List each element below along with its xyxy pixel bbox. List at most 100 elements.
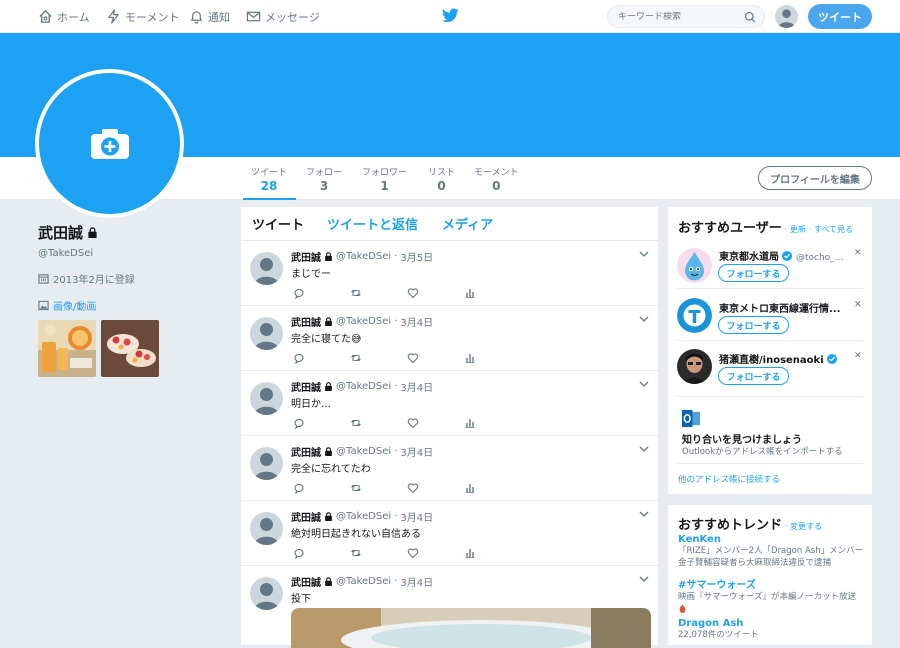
reply-button[interactable] (293, 352, 305, 365)
tweet-item[interactable]: 武田誠 @TakeDSei · 3月4日 投下 (241, 566, 658, 648)
reply-button[interactable] (293, 287, 305, 300)
tweet-author-name[interactable]: 武田誠 (291, 379, 321, 394)
tweet-author-name[interactable]: 武田誠 (291, 444, 321, 459)
tweet-date[interactable]: 3月4日 (400, 574, 433, 589)
suggestion-avatar[interactable] (677, 298, 712, 333)
tweet-author-name[interactable]: 武田誠 (291, 249, 321, 264)
tweet-avatar[interactable] (250, 382, 283, 415)
like-button[interactable] (407, 547, 419, 559)
dismiss-icon[interactable]: ✕ (854, 351, 862, 361)
tweet-avatar[interactable] (250, 252, 283, 285)
follow-button[interactable]: フォローする (718, 367, 789, 385)
tab-media[interactable]: メディア (442, 214, 493, 233)
analytics-button[interactable] (464, 417, 476, 429)
nav-notifications[interactable]: 通知 (189, 0, 230, 33)
retweet-button[interactable] (350, 287, 362, 299)
tweet-avatar[interactable] (250, 317, 283, 350)
chevron-down-icon[interactable] (639, 509, 649, 519)
analytics-button[interactable] (464, 352, 476, 364)
dismiss-icon[interactable]: ✕ (854, 248, 862, 258)
account-avatar[interactable] (775, 5, 798, 28)
nav-home[interactable]: ホーム (38, 0, 90, 33)
analytics-button[interactable] (464, 547, 476, 559)
nav-messages[interactable]: メッセージ (246, 0, 320, 33)
tweet-item[interactable]: 武田誠 @TakeDSei · 3月5日 まじでー (241, 241, 658, 306)
find-friends-description[interactable]: Outlookからアドレス帳をインポートする (682, 445, 843, 457)
tweet-author-name[interactable]: 武田誠 (291, 574, 321, 589)
retweet-button[interactable] (350, 352, 362, 364)
search-input[interactable] (618, 11, 738, 22)
tweet-date[interactable]: 3月4日 (400, 314, 433, 329)
add-photo-camera-icon[interactable] (90, 128, 130, 160)
tweet-avatar[interactable] (250, 447, 283, 480)
edit-profile-button[interactable]: プロフィールを編集 (758, 166, 872, 190)
stat-tweets[interactable]: ツイート 28 (251, 165, 287, 193)
tweet-item[interactable]: 武田誠 @TakeDSei · 3月4日 明日か… (241, 371, 658, 436)
nav-moments[interactable]: モーメント (106, 0, 180, 33)
trend-item[interactable]: #サマーウォーズ 映画『サマーウォーズ』が本編ノーカット放送 (678, 576, 864, 616)
retweet-button[interactable] (350, 547, 362, 559)
like-button[interactable] (407, 287, 419, 299)
media-thumbnail[interactable] (38, 320, 96, 377)
tweet-author-handle[interactable]: @TakeDSei (336, 316, 391, 327)
media-link[interactable]: 画像/動画 (38, 298, 228, 313)
tweet-author-handle[interactable]: @TakeDSei (336, 446, 391, 457)
stat-moments[interactable]: モーメント 0 (474, 165, 519, 193)
search-box[interactable] (607, 5, 765, 28)
stat-lists[interactable]: リスト 0 (428, 165, 455, 193)
twitter-bird-icon[interactable] (442, 8, 459, 23)
analytics-button[interactable] (464, 482, 476, 494)
reply-button[interactable] (293, 482, 305, 495)
trend-item[interactable]: Dragon Ash 22,078件のツイート (678, 618, 864, 641)
refresh-link[interactable]: · 更新 (785, 224, 806, 235)
tab-tweets-replies[interactable]: ツイートと返信 (327, 214, 418, 233)
media-thumbnail[interactable] (101, 320, 159, 377)
suggestion-avatar[interactable] (677, 248, 712, 283)
chevron-down-icon[interactable] (639, 314, 649, 324)
tweet-avatar[interactable] (250, 577, 283, 610)
suggestion-name[interactable]: 猪瀬直樹/inosenaoki (719, 351, 838, 366)
dismiss-icon[interactable]: ✕ (854, 300, 862, 310)
stat-followers[interactable]: フォロワー 1 (362, 165, 407, 193)
tweet-media[interactable] (291, 608, 651, 648)
search-icon[interactable] (744, 11, 756, 23)
tweet-item[interactable]: 武田誠 @TakeDSei · 3月4日 完全に寝てた😅 (241, 306, 658, 371)
retweet-button[interactable] (350, 482, 362, 494)
like-button[interactable] (407, 482, 419, 494)
connect-other-address-book-link[interactable]: 他のアドレス帳に接続する (678, 473, 780, 485)
reply-button[interactable] (293, 547, 305, 560)
tweet-author-handle[interactable]: @TakeDSei (336, 576, 391, 587)
reply-button[interactable] (293, 417, 305, 430)
tweet-date[interactable]: 3月4日 (400, 379, 433, 394)
suggestion-name[interactable]: 東京都水道局 @tocho_... (719, 248, 843, 263)
suggestion-avatar[interactable] (677, 349, 712, 384)
profile-avatar[interactable] (35, 69, 184, 218)
chevron-down-icon[interactable] (639, 379, 649, 389)
trend-item[interactable]: KenKen 「RIZE」メンバー2人「Dragon Ash」メンバー 金子賢輔… (678, 534, 864, 569)
follow-button[interactable]: フォローする (718, 264, 789, 282)
tweet-author-name[interactable]: 武田誠 (291, 314, 321, 329)
like-button[interactable] (407, 352, 419, 364)
tweet-avatar[interactable] (250, 512, 283, 545)
follow-button[interactable]: フォローする (718, 316, 789, 334)
tweet-author-handle[interactable]: @TakeDSei (336, 251, 391, 262)
tweet-author-name[interactable]: 武田誠 (291, 509, 321, 524)
view-all-link[interactable]: · すべて見る (809, 224, 853, 235)
chevron-down-icon[interactable] (639, 444, 649, 454)
tweet-item[interactable]: 武田誠 @TakeDSei · 3月4日 完全に忘れてたわ (241, 436, 658, 501)
chevron-down-icon[interactable] (639, 574, 649, 584)
retweet-button[interactable] (350, 417, 362, 429)
tab-tweets[interactable]: ツイート (252, 214, 304, 233)
suggestion-name[interactable]: 東京メトロ東西線運行情... (719, 300, 840, 315)
like-button[interactable] (407, 417, 419, 429)
tweet-button[interactable]: ツイート (808, 4, 872, 29)
chevron-down-icon[interactable] (639, 249, 649, 259)
tweet-date[interactable]: 3月5日 (400, 249, 433, 264)
tweet-date[interactable]: 3月4日 (400, 444, 433, 459)
tweet-author-handle[interactable]: @TakeDSei (336, 511, 391, 522)
analytics-button[interactable] (464, 287, 476, 299)
tweet-item[interactable]: 武田誠 @TakeDSei · 3月4日 絶対明日起きれない自信ある (241, 501, 658, 566)
tweet-author-handle[interactable]: @TakeDSei (336, 381, 391, 392)
tweet-date[interactable]: 3月4日 (400, 509, 433, 524)
stat-following[interactable]: フォロー 3 (306, 165, 342, 193)
